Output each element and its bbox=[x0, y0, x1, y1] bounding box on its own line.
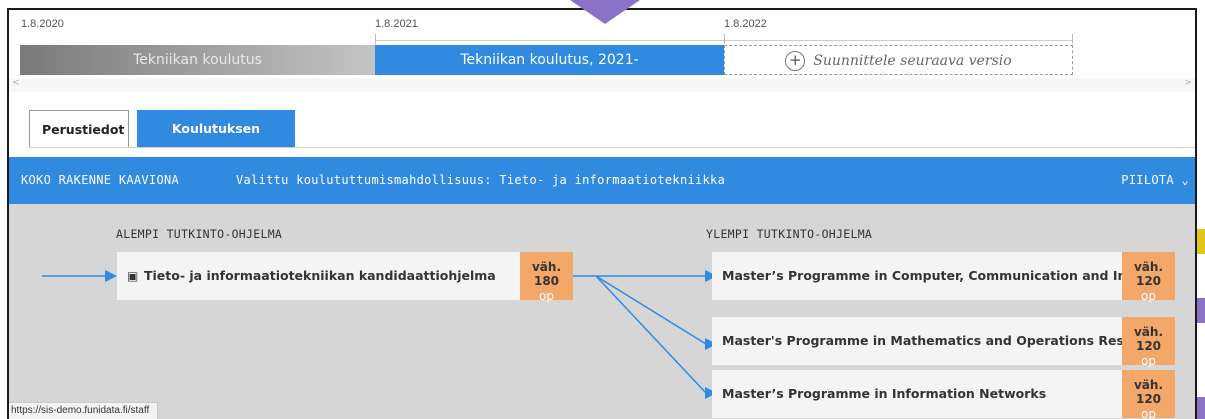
credits-unit: op bbox=[1141, 289, 1156, 303]
structure-bar: KOKO RAKENNE KAAVIONA Valittu koulututtu… bbox=[9, 157, 1195, 204]
programme-name: ▣ Tieto- ja informaatiotekniikan kandidaa… bbox=[127, 252, 496, 300]
status-bar-url: https://sis-demo.funidata.fi/staff bbox=[9, 402, 159, 419]
side-mark-purple-2 bbox=[1197, 397, 1205, 419]
plan-next-version-button[interactable]: + Suunnittele seuraava versio bbox=[724, 45, 1073, 75]
tab-divider bbox=[29, 147, 1195, 148]
credits-unit: op bbox=[539, 289, 554, 303]
timeline-line-2 bbox=[724, 40, 1073, 41]
programme-card-master-1[interactable]: Master’s Programme in Computer, Communic… bbox=[712, 252, 1175, 303]
version-label: Tekniikan koulutus, 2021- bbox=[460, 52, 639, 68]
scroll-left-icon[interactable]: < bbox=[12, 78, 20, 88]
timeline-tick-2 bbox=[724, 34, 725, 44]
timeline-date-3: 1.8.2022 bbox=[724, 18, 767, 30]
scroll-right-icon[interactable]: > bbox=[1184, 78, 1192, 88]
programme-name-text: Tieto- ja informaatiotekniikan kandidaat… bbox=[144, 268, 496, 283]
tab-perustiedot[interactable]: Perustiedot bbox=[29, 110, 129, 147]
version-label: Tekniikan koulutus bbox=[133, 52, 262, 68]
app-frame: 1.8.2020 1.8.2021 1.8.2022 Tekniikan kou… bbox=[7, 8, 1197, 419]
credits-value: väh. 120 bbox=[1133, 260, 1164, 288]
credits-value: väh. 120 bbox=[1133, 325, 1164, 353]
programme-card-master-3[interactable]: Master’s Programme in Information Networ… bbox=[712, 370, 1175, 419]
side-mark-purple bbox=[1197, 298, 1205, 323]
hide-label: PIILOTA bbox=[1121, 173, 1174, 187]
credits-value: väh. 180 bbox=[531, 260, 562, 288]
lock-icon: ▣ bbox=[127, 269, 139, 283]
side-mark-yellow bbox=[1197, 229, 1205, 254]
timeline-date-1: 1.8.2020 bbox=[21, 18, 64, 30]
programme-name: Master’s Programme in Information Networ… bbox=[722, 386, 1047, 401]
chart-view-link[interactable]: KOKO RAKENNE KAAVIONA bbox=[21, 173, 179, 187]
chevron-down-icon: ⌄ bbox=[1181, 173, 1189, 187]
programme-card-bachelor[interactable]: ▣ Tieto- ja informaatiotekniikan kandidaa… bbox=[117, 252, 573, 303]
credits-unit: op bbox=[1141, 407, 1156, 419]
version-label: Suunnittele seuraava versio bbox=[813, 53, 1012, 69]
hide-toggle[interactable]: PIILOTA ⌄ bbox=[1121, 173, 1189, 187]
version-tekniikan-koulutus-2021[interactable]: Tekniikan koulutus, 2021- bbox=[375, 45, 724, 75]
programme-card-master-2[interactable]: Master's Programme in Mathematics and Op… bbox=[712, 317, 1175, 368]
credits-value: väh. 120 bbox=[1133, 378, 1164, 406]
credits-badge: väh. 120 op bbox=[1122, 252, 1175, 303]
plus-circle-icon: + bbox=[785, 51, 806, 71]
timeline-line bbox=[375, 40, 724, 41]
programme-name: Master's Programme in Mathematics and Op… bbox=[722, 333, 1122, 348]
credits-unit: op bbox=[1141, 354, 1156, 368]
timeline-tick bbox=[375, 34, 376, 44]
timeline-date-2: 1.8.2021 bbox=[375, 18, 418, 30]
tab-koulutuksen-rakenne[interactable]: Koulutuksen rakenne bbox=[137, 110, 295, 173]
structure-diagram: ALEMPI TUTKINTO-OHJELMA YLEMPI TUTKINTO-… bbox=[9, 204, 1195, 419]
timeline-tick-3 bbox=[1072, 34, 1073, 44]
credits-badge: väh. 180 op bbox=[520, 252, 573, 303]
timeline-pointer-icon bbox=[567, 0, 643, 24]
programme-name: Master’s Programme in Computer, Communic… bbox=[722, 268, 1122, 283]
credits-badge: väh. 120 op bbox=[1122, 317, 1175, 368]
selected-path-label: Valittu koulututtumismahdollisuus: Tieto… bbox=[236, 173, 726, 187]
version-tekniikan-koulutus[interactable]: Tekniikan koulutus bbox=[20, 45, 375, 75]
arrowhead bbox=[105, 270, 117, 282]
credits-badge: väh. 120 op bbox=[1122, 370, 1175, 419]
timeline-scrollbar[interactable]: < > bbox=[9, 78, 1195, 92]
